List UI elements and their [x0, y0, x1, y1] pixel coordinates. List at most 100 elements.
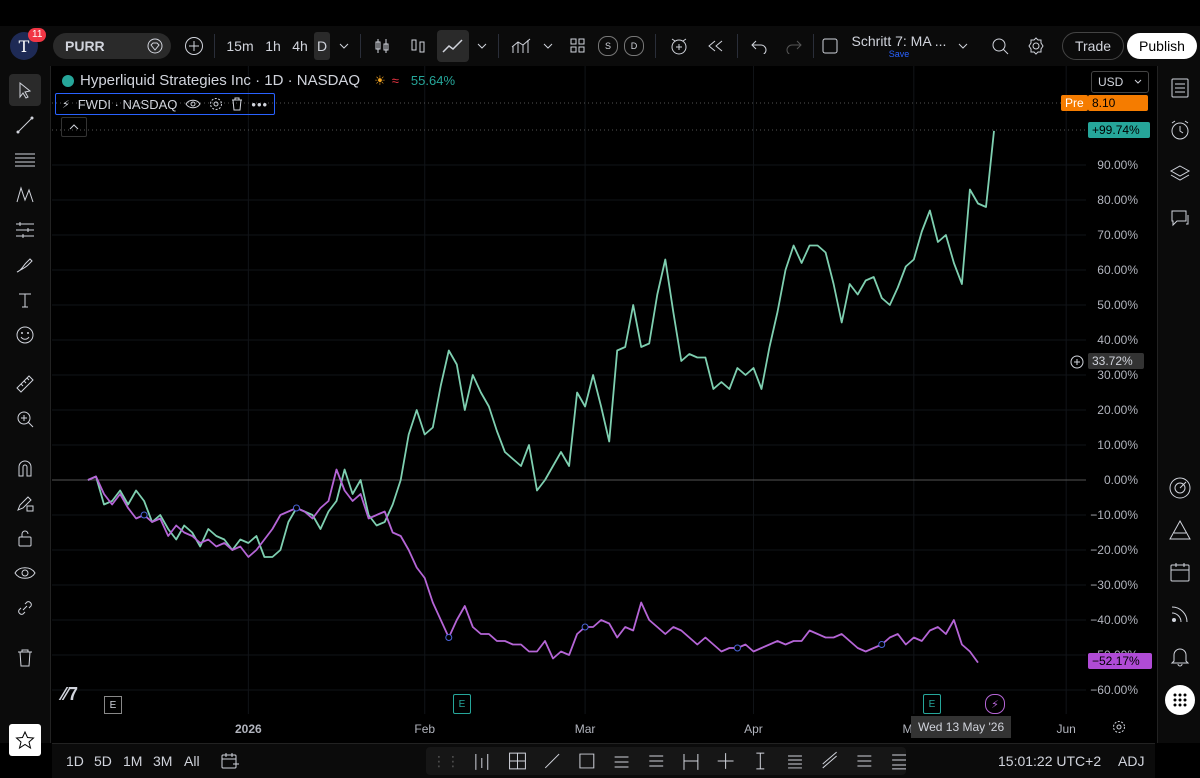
quick-search-button[interactable]	[986, 26, 1014, 66]
sync-drawings-tool[interactable]	[9, 592, 41, 624]
trash-icon[interactable]	[231, 97, 243, 111]
range-1d[interactable]: 1D	[66, 744, 84, 778]
currency-selector[interactable]: USD	[1091, 71, 1149, 93]
interval-15m[interactable]: 15m	[222, 26, 258, 66]
earnings-marker-icon[interactable]: E	[923, 694, 941, 714]
fib-tool[interactable]	[9, 144, 41, 176]
text-icon	[19, 293, 31, 308]
favorite-tool-icon[interactable]	[614, 756, 629, 768]
object-tree-button[interactable]	[1164, 158, 1196, 190]
layout-grid-button[interactable]	[564, 26, 592, 66]
main-series-line[interactable]	[87, 130, 995, 558]
text-tool[interactable]	[9, 284, 41, 316]
compare-series-legend[interactable]: ⚡ FWDI · NASDAQ •••	[55, 93, 276, 115]
gear-icon[interactable]	[209, 97, 223, 111]
more-icon[interactable]: •••	[251, 97, 268, 112]
collapse-legend-button[interactable]	[61, 117, 87, 137]
favorite-tools-icons[interactable]	[460, 749, 906, 773]
zoom-tool[interactable]	[9, 403, 41, 435]
favorites-button[interactable]	[9, 724, 41, 756]
favorite-tool-icon[interactable]	[544, 753, 560, 769]
avatar[interactable]: T 11	[8, 26, 47, 66]
chart-type-bars[interactable]	[404, 26, 432, 66]
trendline-tool[interactable]	[9, 109, 41, 141]
brush-tool[interactable]	[9, 249, 41, 281]
calendar-button[interactable]	[1164, 556, 1196, 588]
favorite-tool-icon[interactable]	[649, 755, 664, 767]
remove-drawings-tool[interactable]	[9, 642, 41, 674]
y-tick-label: 40.00%	[1097, 333, 1138, 347]
settings-button[interactable]	[1022, 26, 1050, 66]
chats-button[interactable]	[1164, 202, 1196, 234]
lock-drawings-tool[interactable]	[9, 522, 41, 554]
range-1m[interactable]: 1M	[123, 744, 142, 778]
eye-icon[interactable]	[185, 98, 201, 110]
replay-button[interactable]	[701, 26, 729, 66]
notifications-button[interactable]	[1164, 640, 1196, 672]
favorite-tool-icon[interactable]	[717, 753, 734, 769]
symbol-search[interactable]: PURR	[52, 26, 172, 66]
chart-pane[interactable]: 90.00% 80.00% 70.00% 60.00% 50.00% 40.00% 30.0…	[52, 66, 1155, 743]
main-series-legend[interactable]: Hyperliquid Strategies Inc · 1D · NASDAQ…	[62, 72, 455, 89]
favorite-tool-icon[interactable]	[788, 755, 802, 769]
compare-series-line[interactable]	[87, 468, 979, 664]
range-3m[interactable]: 3M	[153, 744, 172, 778]
favorite-tool-icon[interactable]	[579, 753, 595, 769]
range-5d[interactable]: 5D	[94, 744, 112, 778]
favorite-tool-icon[interactable]	[756, 752, 765, 770]
favorite-tool-icon[interactable]	[857, 755, 872, 767]
indicators-button[interactable]	[507, 26, 535, 66]
time-axis-settings-button[interactable]	[1112, 720, 1126, 739]
watchlist-button[interactable]	[1164, 72, 1196, 104]
date-range-button[interactable]	[220, 744, 240, 778]
interval-4h[interactable]: 4h	[287, 26, 313, 66]
layout-dropdown[interactable]	[955, 26, 971, 66]
layout-save-label[interactable]: Save	[889, 49, 910, 59]
stay-drawing-tool[interactable]	[9, 487, 41, 519]
favorite-tool-icon[interactable]	[475, 754, 489, 770]
range-all[interactable]: All	[184, 744, 200, 778]
cursor-tool[interactable]	[9, 74, 41, 106]
technicals-button[interactable]	[1164, 472, 1196, 504]
streams-button[interactable]	[1164, 598, 1196, 630]
more-apps-button[interactable]	[1164, 684, 1196, 716]
ideas-button[interactable]	[1164, 514, 1196, 546]
chart-type-dropdown[interactable]	[473, 26, 491, 66]
layout-menu[interactable]: Schritt 7: MA ... Save	[848, 26, 950, 66]
chart-type-candles[interactable]	[368, 26, 396, 66]
chart-type-line[interactable]	[437, 26, 469, 66]
earnings-marker-icon[interactable]: E	[104, 696, 122, 714]
ruler-icon	[16, 375, 34, 393]
favorite-tool-icon[interactable]	[822, 751, 837, 769]
interval-1h[interactable]: 1h	[260, 26, 286, 66]
drag-handle-icon[interactable]: ⋮⋮	[432, 753, 460, 770]
ruler-tool[interactable]	[9, 368, 41, 400]
add-alert-crosshair-button[interactable]	[1068, 353, 1086, 371]
indicators-dropdown[interactable]	[539, 26, 557, 66]
alerts-button[interactable]	[1164, 114, 1196, 146]
chart-canvas[interactable]: 90.00% 80.00% 70.00% 60.00% 50.00% 40.00% 30.0…	[52, 66, 1155, 743]
alert-button[interactable]	[665, 26, 693, 66]
trade-button[interactable]: Trade	[1061, 26, 1125, 66]
hide-drawings-tool[interactable]	[9, 557, 41, 589]
interval-dropdown[interactable]	[335, 26, 353, 66]
flash-event-icon[interactable]: ⚡	[985, 694, 1005, 714]
redo-button[interactable]	[780, 26, 808, 66]
favorite-tool-icon[interactable]	[892, 754, 906, 770]
s-button[interactable]: S	[597, 26, 619, 66]
d-button[interactable]: D	[623, 26, 645, 66]
compare-add-button[interactable]	[181, 26, 207, 66]
forecast-tool[interactable]	[9, 214, 41, 246]
magnet-tool[interactable]	[9, 452, 41, 484]
favorite-tool-icon[interactable]	[509, 752, 526, 770]
fullscreen-select-button[interactable]	[818, 26, 842, 66]
emoji-tool[interactable]	[9, 319, 41, 351]
earnings-marker-icon[interactable]: E	[453, 694, 471, 714]
favorite-tool-icon[interactable]	[683, 754, 699, 770]
undo-button[interactable]	[745, 26, 773, 66]
publish-button[interactable]: Publish	[1127, 26, 1197, 66]
interval-d[interactable]: D	[313, 26, 331, 66]
clock-label[interactable]: 15:01:22 UTC+2	[998, 744, 1101, 778]
adjust-button[interactable]: ADJ	[1118, 744, 1144, 778]
pattern-tool[interactable]	[9, 179, 41, 211]
